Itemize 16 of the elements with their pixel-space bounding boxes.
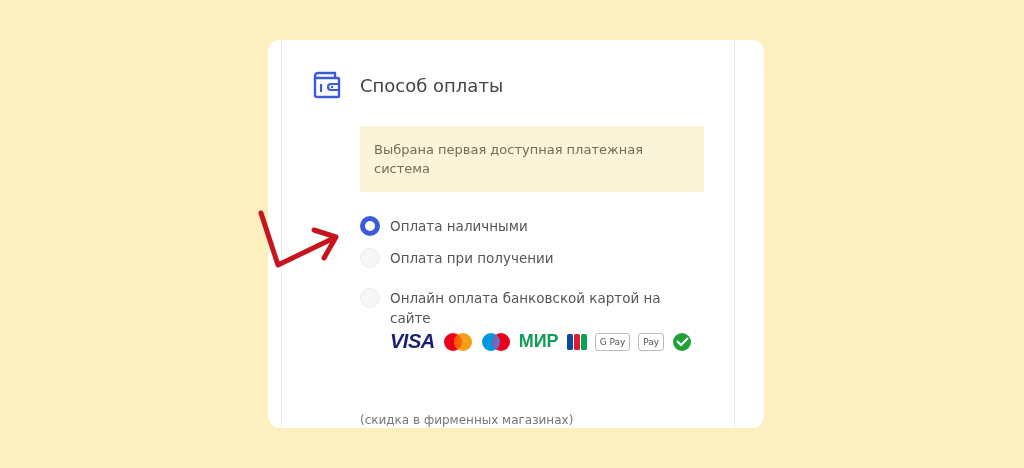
radio-button[interactable] bbox=[360, 216, 380, 236]
visa-logo: VISA bbox=[390, 330, 435, 353]
option-label: Оплата при получении bbox=[390, 249, 555, 268]
option-label: Онлайн оплата банковской картой на сайте bbox=[390, 289, 662, 328]
google-pay-logo: G Pay bbox=[594, 332, 631, 351]
notice-banner: Выбрана первая доступная платежная система bbox=[360, 126, 704, 192]
mir-logo: МИР bbox=[518, 331, 559, 352]
section-title: Способ оплаты bbox=[360, 74, 504, 96]
option-label: Оплата наличными bbox=[390, 217, 529, 236]
wallet-icon bbox=[312, 70, 342, 100]
maestro-logo bbox=[480, 331, 511, 352]
apple-pay-logo: Pay bbox=[638, 332, 665, 351]
footnote: (скидка в фирменных магазинах) bbox=[360, 413, 575, 427]
jcb-logo bbox=[566, 332, 587, 351]
mastercard-logo bbox=[442, 331, 473, 352]
sber-logo bbox=[672, 331, 693, 352]
